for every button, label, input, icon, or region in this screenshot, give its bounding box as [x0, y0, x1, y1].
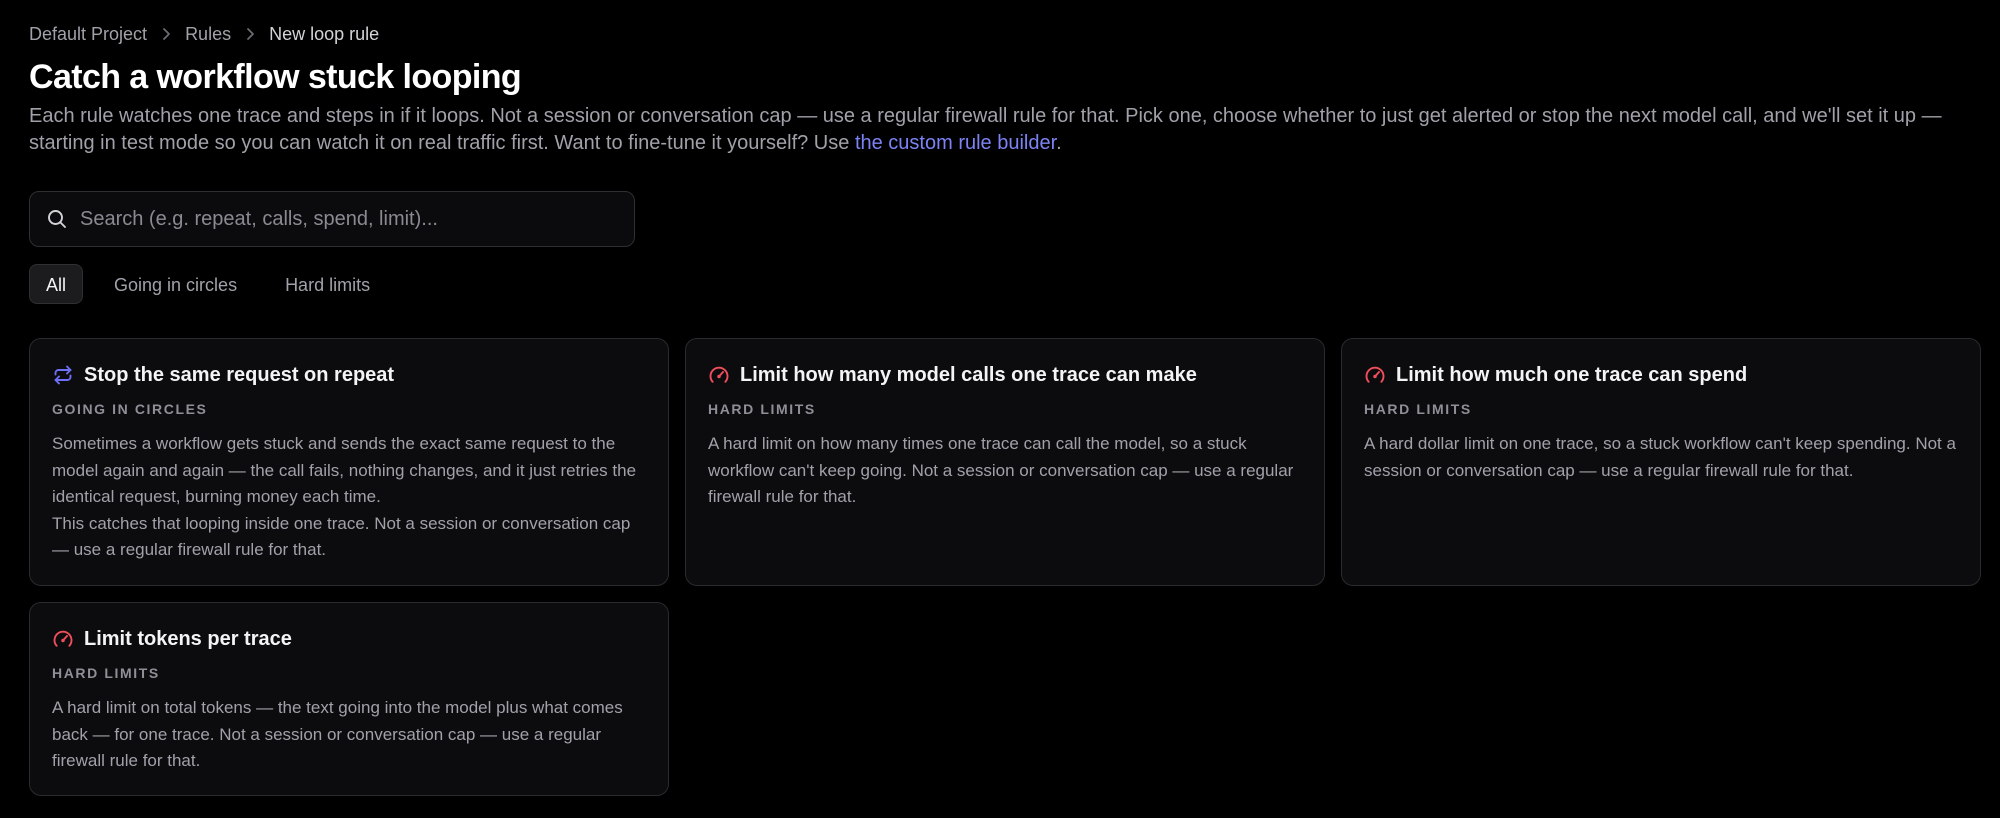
rule-card-spend[interactable]: Limit how much one trace can spend HARD …: [1341, 338, 1981, 586]
search-box[interactable]: [29, 191, 635, 247]
breadcrumb-item-project[interactable]: Default Project: [29, 22, 147, 46]
breadcrumb-item-rules[interactable]: Rules: [185, 22, 231, 46]
card-header: Limit how much one trace can spend: [1364, 361, 1958, 389]
custom-rule-builder-link[interactable]: the custom rule builder: [855, 132, 1056, 154]
rule-card-repeat[interactable]: Stop the same request on repeat GOING IN…: [29, 338, 669, 586]
filter-tabs: All Going in circles Hard limits: [29, 264, 401, 304]
page-title: Catch a workflow stuck looping: [29, 58, 522, 96]
card-description-line: A hard limit on how many times one trace…: [708, 434, 1294, 506]
chevron-right-icon: [147, 27, 185, 41]
search-input[interactable]: [80, 192, 634, 246]
chevron-right-icon: [231, 27, 269, 41]
card-header: Stop the same request on repeat: [52, 361, 646, 389]
gauge-icon: [52, 628, 74, 650]
repeat-icon: [52, 364, 74, 386]
page-description: Each rule watches one trace and steps in…: [29, 103, 1959, 157]
card-title: Limit how many model calls one trace can…: [740, 364, 1197, 386]
gauge-icon: [1364, 364, 1386, 386]
card-description-line: A hard limit on total tokens — the text …: [52, 698, 623, 770]
card-header: Limit how many model calls one trace can…: [708, 361, 1302, 389]
breadcrumb: Default Project Rules New loop rule: [29, 22, 379, 46]
card-category: HARD LIMITS: [708, 401, 816, 417]
gauge-icon: [708, 364, 730, 386]
rule-card-tokens[interactable]: Limit tokens per trace HARD LIMITS A har…: [29, 602, 669, 796]
card-header: Limit tokens per trace: [52, 625, 646, 653]
card-category: HARD LIMITS: [1364, 401, 1472, 417]
search-icon: [46, 208, 68, 230]
filter-tab-going-in-circles[interactable]: Going in circles: [97, 264, 254, 304]
card-category: GOING IN CIRCLES: [52, 401, 208, 417]
card-description-line: Sometimes a workflow gets stuck and send…: [52, 434, 637, 506]
card-description: A hard limit on how many times one trace…: [708, 431, 1302, 511]
card-category: HARD LIMITS: [52, 665, 160, 681]
filter-tab-all[interactable]: All: [29, 264, 84, 304]
description-end: .: [1056, 132, 1062, 154]
card-title: Limit tokens per trace: [84, 628, 292, 650]
card-description: A hard limit on total tokens — the text …: [52, 695, 646, 775]
card-title: Limit how much one trace can spend: [1396, 364, 1748, 386]
card-description: A hard dollar limit on one trace, so a s…: [1364, 431, 1958, 484]
card-description-line: A hard dollar limit on one trace, so a s…: [1364, 434, 1956, 480]
card-description-line: This catches that looping inside one tra…: [52, 513, 631, 560]
breadcrumb-current: New loop rule: [269, 24, 380, 44]
rule-card-model-calls[interactable]: Limit how many model calls one trace can…: [685, 338, 1325, 586]
card-description: Sometimes a workflow gets stuck and send…: [52, 431, 646, 564]
filter-tab-hard-limits[interactable]: Hard limits: [268, 264, 387, 304]
card-title: Stop the same request on repeat: [84, 364, 395, 386]
